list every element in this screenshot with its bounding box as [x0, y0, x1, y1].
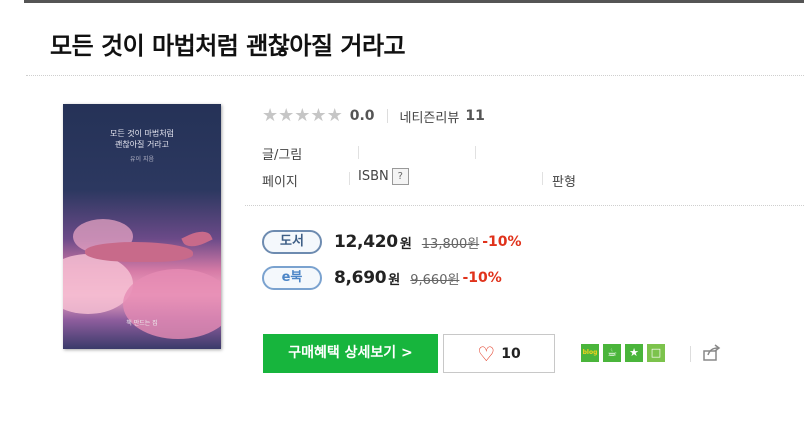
divider: [690, 346, 691, 362]
heart-icon: ♡: [477, 341, 496, 366]
currency-unit: 원: [399, 236, 412, 252]
divider: [475, 146, 476, 159]
star-icon: ★: [278, 105, 295, 126]
divider: [358, 146, 359, 159]
ebook-discount: -10%: [462, 270, 502, 286]
cover-cloud: [123, 269, 221, 339]
cover-publisher: 책 만드는 집: [126, 320, 158, 327]
cafe-icon[interactable]: ☕: [603, 344, 621, 362]
book-badge[interactable]: 도서: [262, 230, 322, 254]
book-price-row: 도서 12,420 원 13,800원 -10%: [262, 230, 522, 254]
ebook-badge[interactable]: e북: [262, 266, 322, 290]
rating-row: ★ ★ ★ ★ ★ 0.0 네티즌리뷰 11: [262, 106, 485, 126]
ebook-sale-price: 8,690: [334, 268, 387, 288]
cover-title: 모든 것이 마법처럼 괜찮아질 거라고: [110, 129, 174, 149]
pages-label: 페이지: [262, 175, 298, 190]
star-icon: ★: [294, 105, 311, 126]
page-title: 모든 것이 마법처럼 괜찮아질 거라고: [50, 32, 406, 60]
section-divider: [245, 205, 804, 206]
divider: [349, 172, 350, 185]
help-icon[interactable]: ?: [391, 168, 409, 185]
share-icon[interactable]: [702, 343, 722, 363]
author-label: 글/그림: [262, 148, 303, 163]
star-icon: ★: [262, 105, 279, 126]
cover-whale: [85, 242, 193, 262]
format-label: 판형: [552, 175, 576, 190]
review-count[interactable]: 11: [465, 108, 484, 124]
share-icons: blog ☕ ★ □: [581, 344, 665, 362]
book-original-price: 13,800원: [421, 236, 480, 252]
divider: [542, 172, 543, 185]
star-icon: ★: [326, 105, 343, 126]
ebook-original-price: 9,660원: [410, 272, 460, 288]
book-discount: -10%: [482, 234, 522, 250]
like-button[interactable]: ♡ 10: [443, 334, 555, 373]
isbn-label: ISBN: [358, 169, 389, 184]
like-count: 10: [501, 345, 521, 362]
bookmark-star-icon[interactable]: ★: [625, 344, 643, 362]
blog-icon[interactable]: blog: [581, 344, 599, 362]
book-sale-price: 12,420: [334, 232, 398, 252]
purchase-benefits-button[interactable]: 구매혜택 상세보기 >: [263, 334, 438, 373]
currency-unit: 원: [388, 272, 401, 288]
cover-author: 유이 지음: [130, 156, 154, 163]
book-cover-image[interactable]: 모든 것이 마법처럼 괜찮아질 거라고 유이 지음 책 만드는 집: [63, 104, 221, 349]
memo-icon[interactable]: □: [647, 344, 665, 362]
rating-score: 0.0: [349, 108, 375, 124]
star-icon: ★: [310, 105, 327, 126]
isbn-row: ISBN?: [358, 168, 409, 185]
review-label[interactable]: 네티즌리뷰: [400, 107, 460, 126]
title-divider: [26, 75, 804, 76]
divider: [386, 109, 388, 123]
ebook-price-row: e북 8,690 원 9,660원 -10%: [262, 266, 502, 290]
top-border: [24, 0, 804, 3]
